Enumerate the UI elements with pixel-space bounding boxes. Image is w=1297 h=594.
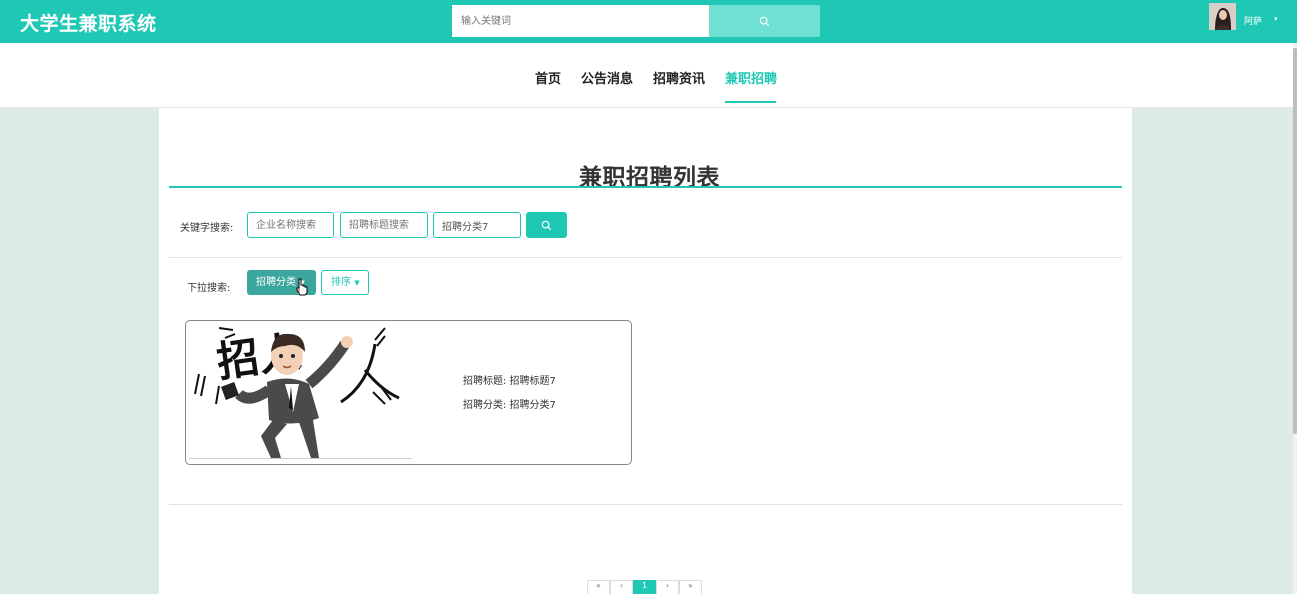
site-logo[interactable]: 大学生兼职系统 (20, 9, 157, 36)
title-divider (169, 186, 1122, 188)
content-panel: 兼职招聘列表 关键字搜索: 下拉搜索: 招聘分类 ▼ 排序 ▼ 招人 (159, 108, 1132, 594)
job-category-line: 招聘分类: 招聘分类7 (463, 400, 556, 411)
nav-active-indicator (725, 101, 776, 103)
pagination-next[interactable]: › (656, 580, 679, 594)
nav-announcements[interactable]: 公告消息 (581, 68, 633, 87)
user-menu-caret-icon[interactable]: ▾ (1274, 15, 1278, 23)
sort-dropdown-label: 排序 (331, 277, 351, 288)
job-title-line: 招聘标题: 招聘标题7 (463, 376, 556, 387)
nav-recruitment-news[interactable]: 招聘资讯 (653, 68, 705, 87)
top-header: 大学生兼职系统 阿萨 ▾ (0, 0, 1297, 43)
pagination-last[interactable]: » (679, 580, 702, 594)
header-search-input[interactable] (452, 5, 709, 37)
hand-cursor-icon (296, 278, 308, 296)
username[interactable]: 阿萨 (1244, 14, 1262, 27)
page-scrollbar-thumb[interactable] (1293, 48, 1297, 434)
pagination-page-1[interactable]: 1 (633, 580, 656, 594)
job-title-search-input[interactable] (340, 212, 428, 238)
category-search-input[interactable] (433, 212, 521, 238)
dropdown-search-label: 下拉搜索: (187, 283, 231, 294)
main-nav: 首页 公告消息 招聘资讯 兼职招聘 (0, 43, 1293, 108)
nav-part-time-jobs[interactable]: 兼职招聘 (725, 68, 777, 87)
pagination-first[interactable]: « (587, 580, 610, 594)
pagination-prev[interactable]: ‹ (610, 580, 633, 594)
search-icon (759, 16, 770, 26)
job-listing-image[interactable]: 招人 (189, 324, 412, 459)
search-icon (541, 220, 552, 230)
keyword-search-button[interactable] (526, 212, 567, 238)
company-name-search-input[interactable] (247, 212, 334, 238)
job-listing-card[interactable]: 招人 招聘标题: 招聘标题7 招聘分类: 招聘分类7 (185, 320, 632, 465)
user-avatar[interactable] (1209, 3, 1236, 30)
category-dropdown-label: 招聘分类 (256, 277, 296, 288)
sort-dropdown-button[interactable]: 排序 ▼ (321, 270, 369, 295)
keyword-search-label: 关键字搜索: (180, 223, 234, 234)
filter-divider (169, 257, 1122, 258)
nav-home[interactable]: 首页 (535, 68, 561, 87)
header-search-button[interactable] (709, 5, 820, 37)
chevron-down-icon: ▼ (354, 279, 360, 287)
list-divider (169, 504, 1122, 505)
